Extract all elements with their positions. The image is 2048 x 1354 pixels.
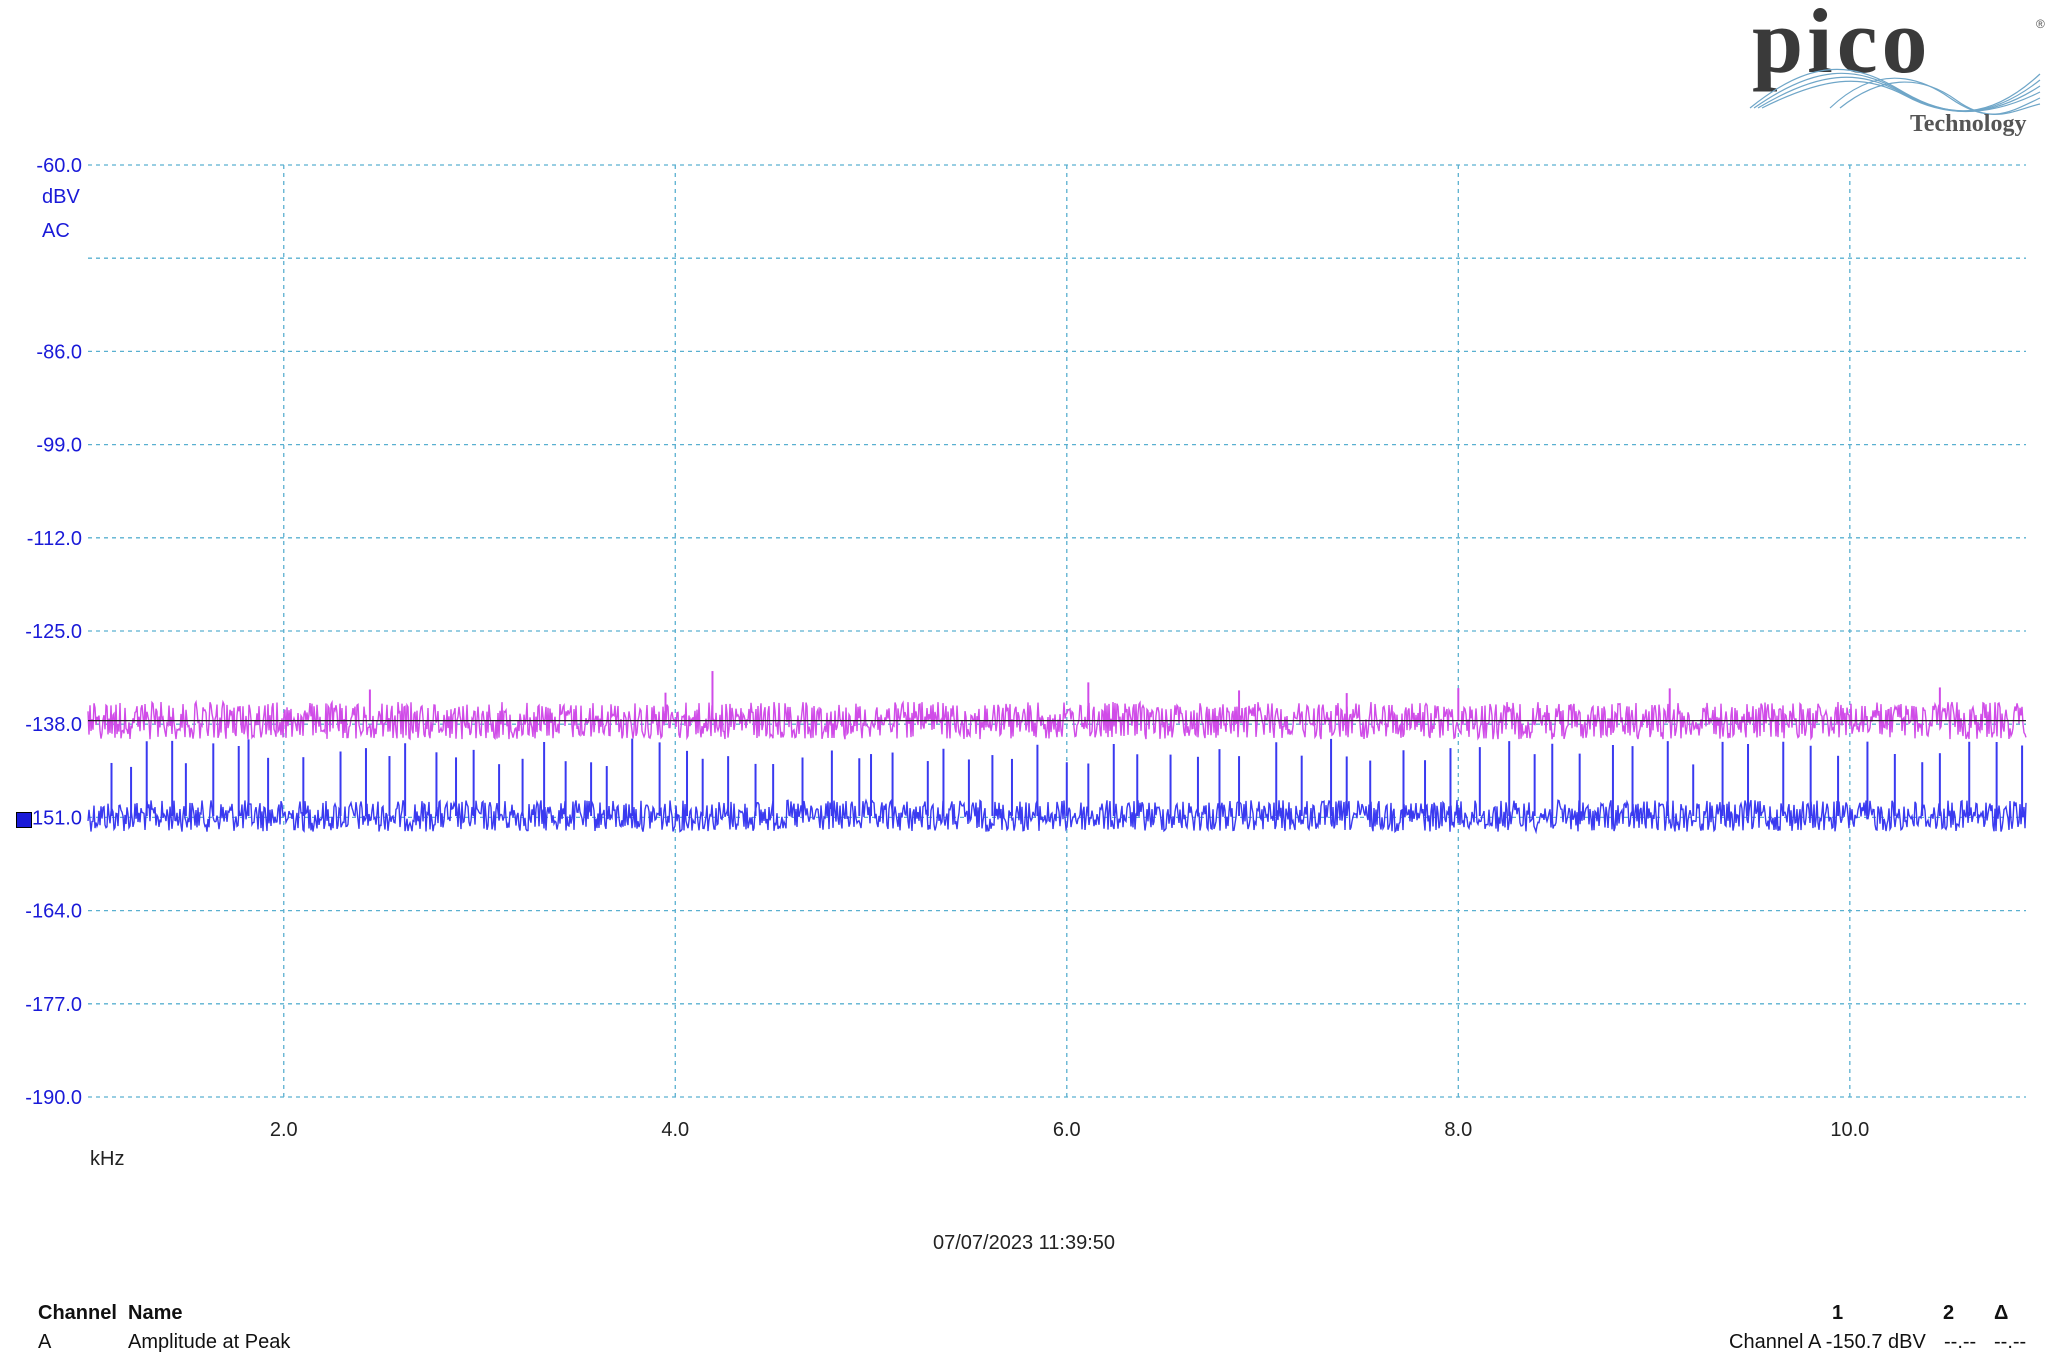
measurements-header-2: 2 xyxy=(1943,1302,1955,1324)
pico-logo: pico ® Technology xyxy=(1749,0,2045,137)
x-unit-label: kHz xyxy=(90,1148,125,1170)
series-lower-trace xyxy=(87,798,2027,835)
x-tick-label: 8.0 xyxy=(1444,1119,1472,1141)
channel-a-marker[interactable] xyxy=(16,812,32,828)
y-tick-label: -151.0 xyxy=(25,807,82,829)
y-tick-label: -125.0 xyxy=(25,621,82,643)
x-tick-label: 2.0 xyxy=(270,1119,298,1141)
x-tick-label: 6.0 xyxy=(1053,1119,1081,1141)
capture-timestamp: 07/07/2023 11:39:50 xyxy=(932,1232,1116,1254)
measurements-header-1: 1 xyxy=(1832,1302,1844,1324)
measurements-header-delta: Δ xyxy=(1994,1302,2009,1324)
svg-text:®: ® xyxy=(2036,17,2045,31)
y-tick-label: -112.0 xyxy=(27,528,82,550)
y-unit-label: dBV xyxy=(42,186,80,208)
spectrum-plot: -60.0 -86.0 -99.0 -112.0 -125.0 -138.0 -151.0 -… xyxy=(25,155,2027,1141)
y-tick-label: -99.0 xyxy=(36,435,82,457)
x-tick-label: 10.0 xyxy=(1830,1119,1869,1141)
y-tick-label: -190.0 xyxy=(25,1087,82,1109)
logo-wordmark: pico xyxy=(1752,0,1932,92)
y-tick-label: -60.0 xyxy=(36,155,82,177)
y-tick-label: -164.0 xyxy=(25,901,82,923)
measurements-header-channel: Channel xyxy=(38,1302,117,1324)
y-tick-label: -138.0 xyxy=(25,714,82,736)
logo-tagline: Technology xyxy=(1910,111,2026,137)
y-tick-label: -177.0 xyxy=(25,994,82,1016)
measurements-header-name: Name xyxy=(128,1302,183,1324)
coupling-label: AC xyxy=(42,220,70,242)
x-tick-label: 4.0 xyxy=(661,1119,689,1141)
y-tick-label: -86.0 xyxy=(36,341,82,363)
